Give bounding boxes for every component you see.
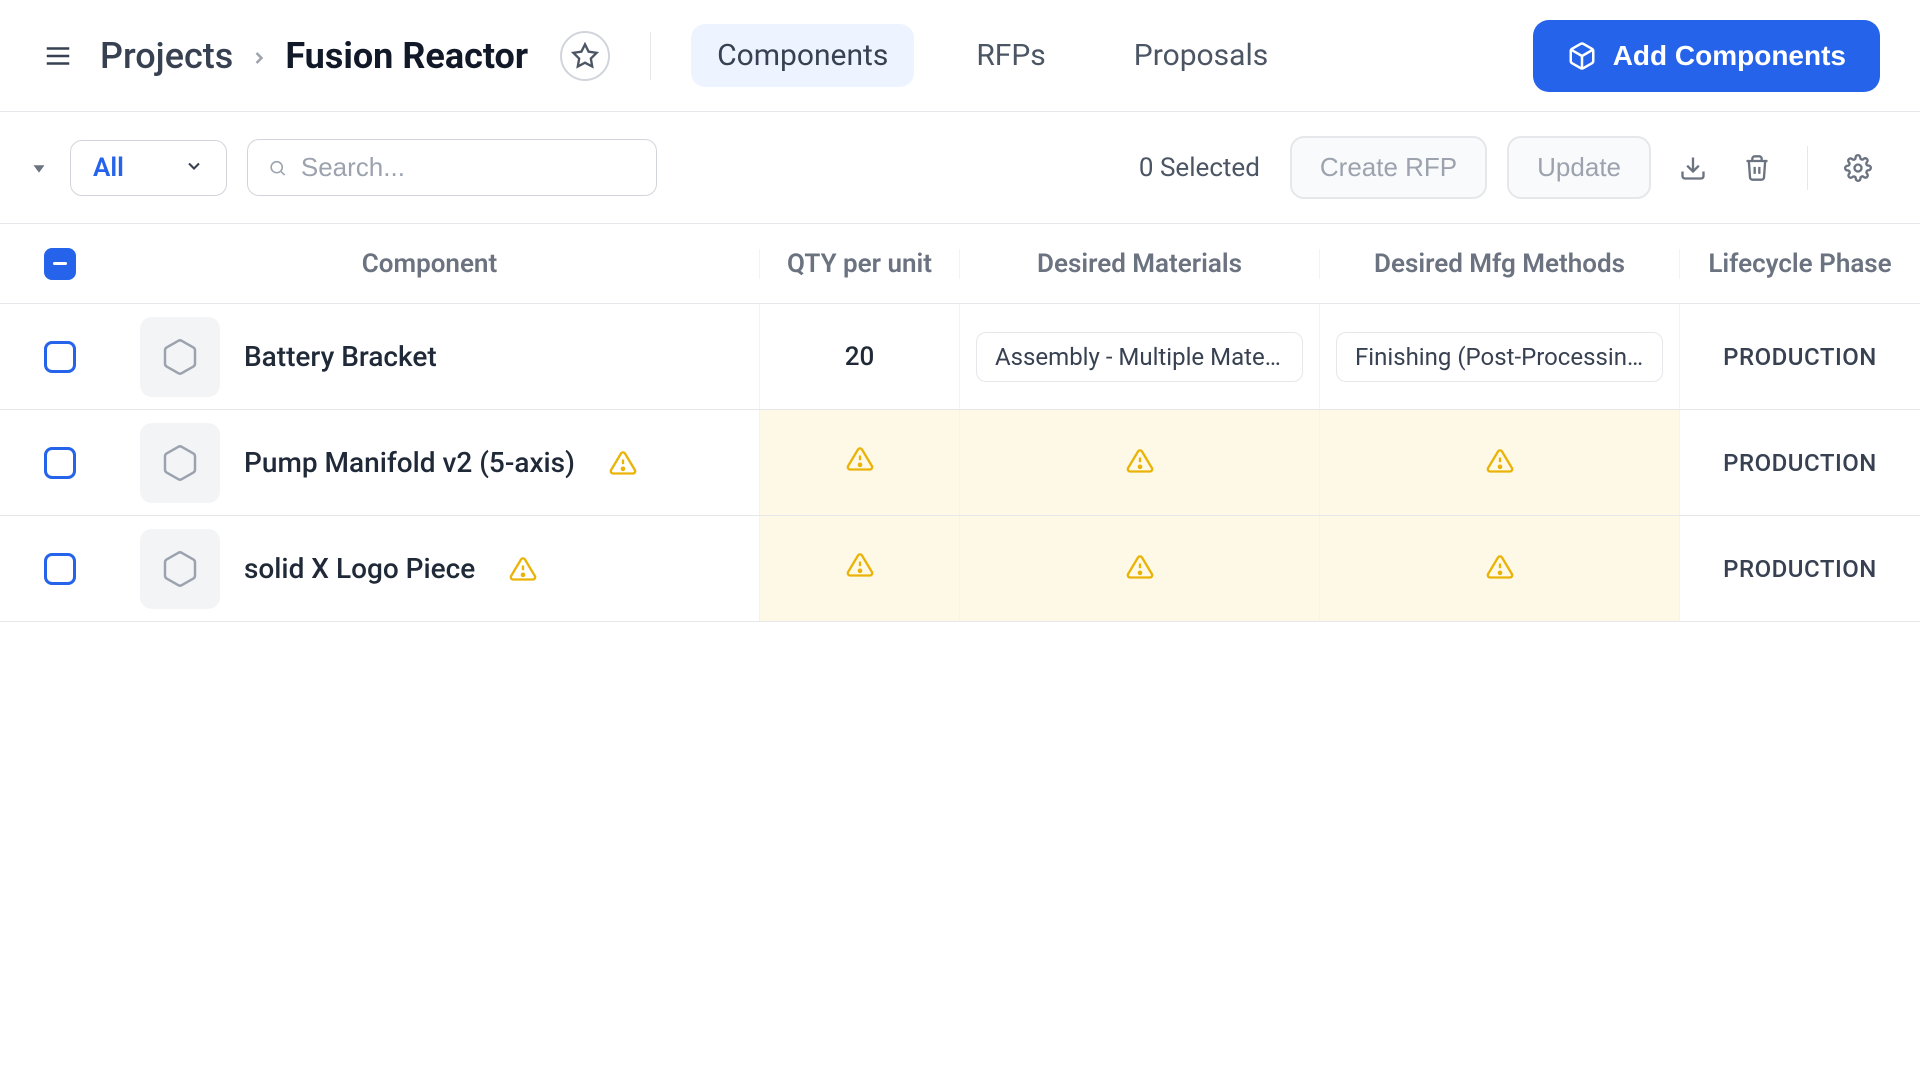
search-input[interactable]	[301, 152, 636, 183]
warning-icon	[846, 445, 874, 480]
tab-rfps[interactable]: RFPs	[950, 24, 1071, 87]
component-name-cell[interactable]: solid X Logo Piece	[100, 516, 760, 621]
add-components-label: Add Components	[1613, 40, 1846, 72]
lifecycle-cell[interactable]: PRODUCTION	[1680, 304, 1920, 409]
material-chip[interactable]: Assembly - Multiple Materials	[976, 332, 1303, 382]
download-button[interactable]	[1671, 146, 1715, 190]
warning-icon	[609, 449, 637, 477]
component-name-cell[interactable]: Pump Manifold v2 (5-axis)	[100, 410, 760, 515]
toolbar: All 0 Selected Create RFP Update	[0, 112, 1920, 224]
component-name: Pump Manifold v2 (5-axis)	[244, 446, 575, 479]
add-components-button[interactable]: Add Components	[1533, 20, 1880, 92]
tab-proposals[interactable]: Proposals	[1108, 24, 1294, 87]
component-name: solid X Logo Piece	[244, 552, 475, 585]
topbar: Projects Fusion Reactor Components RFPs …	[0, 0, 1920, 112]
create-rfp-button[interactable]: Create RFP	[1290, 136, 1487, 199]
table-row[interactable]: Pump Manifold v2 (5-axis) PRODUCTION	[0, 410, 1920, 516]
tabs: Components RFPs Proposals	[691, 24, 1294, 87]
qty-value: 20	[845, 342, 875, 372]
select-all-checkbox[interactable]	[44, 248, 76, 280]
divider	[650, 32, 651, 80]
gear-icon	[1844, 154, 1872, 182]
column-header-materials[interactable]: Desired Materials	[960, 249, 1320, 279]
warning-icon	[1486, 447, 1514, 479]
row-checkbox[interactable]	[44, 341, 76, 373]
column-header-methods[interactable]: Desired Mfg Methods	[1320, 249, 1680, 279]
delete-button[interactable]	[1735, 146, 1779, 190]
warning-icon	[846, 551, 874, 586]
lifecycle-cell[interactable]: PRODUCTION	[1680, 410, 1920, 515]
hamburger-icon	[43, 41, 73, 71]
search-icon	[268, 156, 287, 180]
component-thumbnail	[140, 529, 220, 609]
box-icon	[1567, 41, 1597, 71]
method-chip[interactable]: Finishing (Post-Processing)	[1336, 332, 1663, 382]
row-checkbox[interactable]	[44, 553, 76, 585]
warning-icon	[509, 555, 537, 583]
methods-cell[interactable]	[1320, 410, 1680, 515]
favorite-button[interactable]	[560, 31, 610, 81]
tab-components[interactable]: Components	[691, 24, 914, 87]
download-icon	[1679, 154, 1707, 182]
materials-cell[interactable]	[960, 516, 1320, 621]
filter-dropdown[interactable]: All	[70, 140, 227, 196]
table-row[interactable]: Battery Bracket 20 Assembly - Multiple Mat…	[0, 304, 1920, 410]
search-box[interactable]	[247, 139, 657, 196]
update-button[interactable]: Update	[1507, 136, 1651, 199]
column-header-lifecycle[interactable]: Lifecycle Phase	[1680, 249, 1920, 279]
component-name: Battery Bracket	[244, 340, 437, 373]
table-row[interactable]: solid X Logo Piece PRODUCTION	[0, 516, 1920, 622]
column-header-qty[interactable]: QTY per unit	[760, 249, 960, 279]
warning-icon	[1126, 553, 1154, 585]
warning-icon	[1486, 553, 1514, 585]
qty-cell[interactable]	[760, 410, 960, 515]
star-icon	[571, 42, 599, 70]
methods-cell[interactable]: Finishing (Post-Processing)	[1320, 304, 1680, 409]
warning-icon	[1126, 447, 1154, 479]
component-thumbnail	[140, 317, 220, 397]
collapse-toggle[interactable]	[28, 157, 50, 179]
chevron-right-icon	[249, 35, 269, 77]
materials-cell[interactable]	[960, 410, 1320, 515]
breadcrumb-root[interactable]: Projects	[100, 35, 233, 77]
component-thumbnail	[140, 423, 220, 503]
filter-dropdown-label: All	[93, 153, 124, 183]
methods-cell[interactable]	[1320, 516, 1680, 621]
breadcrumb: Projects Fusion Reactor	[100, 35, 528, 77]
table-header-row: Component QTY per unit Desired Materials…	[0, 224, 1920, 304]
selected-count: 0 Selected	[1139, 153, 1260, 183]
component-name-cell[interactable]: Battery Bracket	[100, 304, 760, 409]
hamburger-menu-button[interactable]	[40, 38, 76, 74]
column-header-component[interactable]: Component	[100, 249, 760, 279]
page-title: Fusion Reactor	[285, 35, 528, 77]
qty-cell[interactable]	[760, 516, 960, 621]
components-table: Component QTY per unit Desired Materials…	[0, 224, 1920, 622]
settings-button[interactable]	[1836, 146, 1880, 190]
qty-cell[interactable]: 20	[760, 304, 960, 409]
divider	[1807, 146, 1808, 190]
lifecycle-cell[interactable]: PRODUCTION	[1680, 516, 1920, 621]
materials-cell[interactable]: Assembly - Multiple Materials	[960, 304, 1320, 409]
chevron-down-icon	[184, 153, 204, 183]
trash-icon	[1743, 154, 1771, 182]
row-checkbox[interactable]	[44, 447, 76, 479]
